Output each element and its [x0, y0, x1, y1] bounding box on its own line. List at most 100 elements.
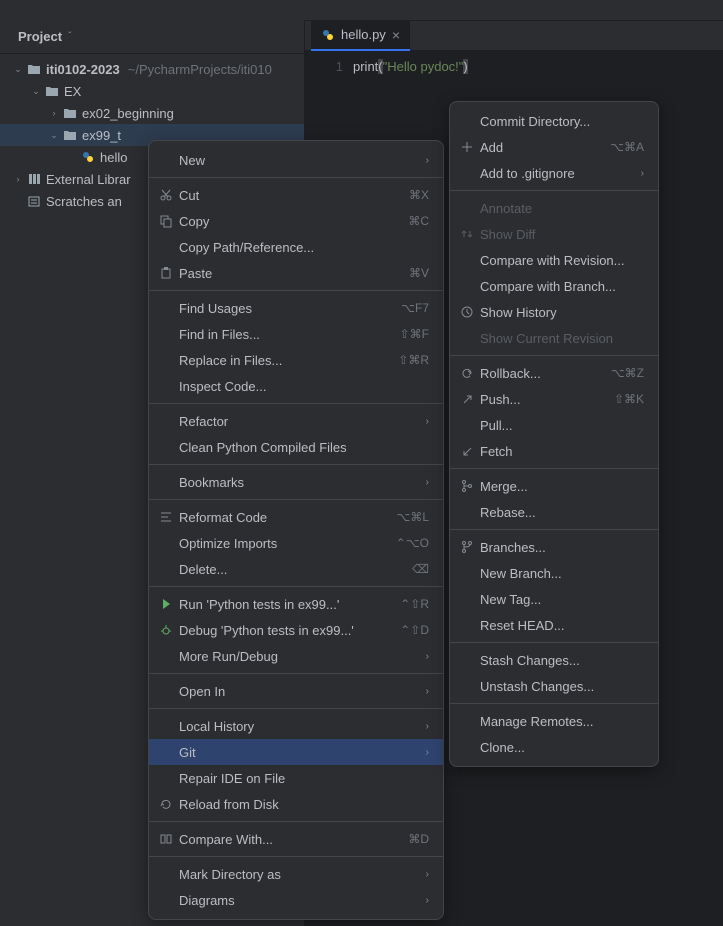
- menu-local-history[interactable]: Local History›: [149, 713, 443, 739]
- menu-clone[interactable]: Clone...: [450, 734, 658, 760]
- chevron-right-icon: ›: [426, 895, 429, 906]
- scratch-icon: [26, 193, 42, 209]
- chevron-down-icon[interactable]: ⌄: [46, 130, 62, 141]
- tree-label: iti0102-2023: [46, 62, 120, 77]
- gutter: 1: [305, 57, 353, 78]
- run-icon: [159, 596, 177, 612]
- code-line[interactable]: print("Hello pydoc!"): [353, 57, 468, 78]
- chevron-right-icon: ›: [426, 651, 429, 662]
- menu-delete[interactable]: Delete...⌫: [149, 556, 443, 582]
- plus-icon: [460, 139, 478, 155]
- menu-show-diff: Show Diff: [450, 221, 658, 247]
- diff-icon: [460, 226, 478, 242]
- menu-merge[interactable]: Merge...: [450, 473, 658, 499]
- python-icon: [321, 28, 335, 42]
- paste-icon: [159, 265, 177, 281]
- library-icon: [26, 171, 42, 187]
- tree-hint: ~/PycharmProjects/iti010: [128, 62, 272, 77]
- folder-icon: [44, 83, 60, 99]
- reload-icon: [159, 796, 177, 812]
- menu-rebase[interactable]: Rebase...: [450, 499, 658, 525]
- panel-header[interactable]: Project ˇ: [0, 20, 304, 54]
- chevron-right-icon: ›: [426, 686, 429, 697]
- menu-bookmarks[interactable]: Bookmarks›: [149, 469, 443, 495]
- menu-diagrams[interactable]: Diagrams›: [149, 887, 443, 913]
- cut-icon: [159, 187, 177, 203]
- menu-push[interactable]: Push...⇧⌘K: [450, 386, 658, 412]
- chevron-right-icon: ›: [426, 416, 429, 427]
- menu-compare-branch[interactable]: Compare with Branch...: [450, 273, 658, 299]
- menu-open-in[interactable]: Open In›: [149, 678, 443, 704]
- menu-optimize-imports[interactable]: Optimize Imports⌃⌥O: [149, 530, 443, 556]
- menu-reload-disk[interactable]: Reload from Disk: [149, 791, 443, 817]
- tree-root[interactable]: ⌄ iti0102-2023 ~/PycharmProjects/iti010: [0, 58, 304, 80]
- menu-find-usages[interactable]: Find Usages⌥F7: [149, 295, 443, 321]
- menu-inspect-code[interactable]: Inspect Code...: [149, 373, 443, 399]
- push-icon: [460, 391, 478, 407]
- fetch-icon: [460, 443, 478, 459]
- chevron-right-icon[interactable]: ›: [10, 174, 26, 184]
- tree-label: ex99_t: [82, 128, 121, 143]
- menu-refactor[interactable]: Refactor›: [149, 408, 443, 434]
- tree-label: EX: [64, 84, 81, 99]
- chevron-right-icon: ›: [426, 155, 429, 166]
- menu-unstash[interactable]: Unstash Changes...: [450, 673, 658, 699]
- chevron-right-icon: ›: [641, 168, 644, 179]
- menu-paste[interactable]: Paste⌘V: [149, 260, 443, 286]
- menu-copy[interactable]: Copy⌘C: [149, 208, 443, 234]
- menu-git[interactable]: Git›: [149, 739, 443, 765]
- chevron-down-icon[interactable]: ⌄: [10, 64, 26, 75]
- menu-show-history[interactable]: Show History: [450, 299, 658, 325]
- menu-gitignore[interactable]: Add to .gitignore›: [450, 160, 658, 186]
- close-icon[interactable]: ×: [392, 27, 400, 43]
- menu-commit-directory[interactable]: Commit Directory...: [450, 108, 658, 134]
- menu-find-in-files[interactable]: Find in Files...⇧⌘F: [149, 321, 443, 347]
- menu-debug[interactable]: Debug 'Python tests in ex99...'⌃⇧D: [149, 617, 443, 643]
- tree-folder-ex[interactable]: ⌄ EX: [0, 80, 304, 102]
- compare-icon: [159, 831, 177, 847]
- reformat-icon: [159, 509, 177, 525]
- menu-rollback[interactable]: Rollback...⌥⌘Z: [450, 360, 658, 386]
- menu-mark-directory[interactable]: Mark Directory as›: [149, 861, 443, 887]
- menu-new[interactable]: New›: [149, 147, 443, 173]
- folder-icon: [26, 61, 42, 77]
- chevron-down-icon[interactable]: ⌄: [28, 86, 44, 97]
- menu-new-tag[interactable]: New Tag...: [450, 586, 658, 612]
- menu-git-add[interactable]: Add⌥⌘A: [450, 134, 658, 160]
- menu-branches[interactable]: Branches...: [450, 534, 658, 560]
- chevron-right-icon: ›: [426, 721, 429, 732]
- menu-replace-in-files[interactable]: Replace in Files...⇧⌘R: [149, 347, 443, 373]
- menu-reformat-code[interactable]: Reformat Code⌥⌘L: [149, 504, 443, 530]
- menu-more-run[interactable]: More Run/Debug›: [149, 643, 443, 669]
- menu-repair-ide[interactable]: Repair IDE on File: [149, 765, 443, 791]
- menu-pull[interactable]: Pull...: [450, 412, 658, 438]
- panel-title: Project: [18, 29, 62, 44]
- merge-icon: [460, 478, 478, 494]
- chevron-right-icon: ›: [426, 747, 429, 758]
- code-editor[interactable]: 1 print("Hello pydoc!"): [305, 51, 723, 78]
- git-submenu: Commit Directory... Add⌥⌘A Add to .gitig…: [449, 101, 659, 767]
- menu-manage-remotes[interactable]: Manage Remotes...: [450, 708, 658, 734]
- copy-icon: [159, 213, 177, 229]
- chevron-right-icon[interactable]: ›: [46, 108, 62, 118]
- menu-stash[interactable]: Stash Changes...: [450, 647, 658, 673]
- chevron-right-icon: ›: [426, 477, 429, 488]
- menu-compare-revision[interactable]: Compare with Revision...: [450, 247, 658, 273]
- menu-clean-python[interactable]: Clean Python Compiled Files: [149, 434, 443, 460]
- menu-copy-path[interactable]: Copy Path/Reference...: [149, 234, 443, 260]
- menu-reset-head[interactable]: Reset HEAD...: [450, 612, 658, 638]
- tree-folder-ex02[interactable]: › ex02_beginning: [0, 102, 304, 124]
- tab-label: hello.py: [341, 27, 386, 42]
- menu-cut[interactable]: Cut⌘X: [149, 182, 443, 208]
- tree-label: hello: [100, 150, 127, 165]
- menu-compare-with[interactable]: Compare With...⌘D: [149, 826, 443, 852]
- chevron-right-icon: ›: [426, 869, 429, 880]
- menu-fetch[interactable]: Fetch: [450, 438, 658, 464]
- tab-bar: hello.py ×: [305, 21, 723, 51]
- tab-hello[interactable]: hello.py ×: [311, 21, 410, 51]
- folder-icon: [62, 105, 78, 121]
- folder-icon: [62, 127, 78, 143]
- menu-new-branch[interactable]: New Branch...: [450, 560, 658, 586]
- python-icon: [80, 149, 96, 165]
- menu-run[interactable]: Run 'Python tests in ex99...'⌃⇧R: [149, 591, 443, 617]
